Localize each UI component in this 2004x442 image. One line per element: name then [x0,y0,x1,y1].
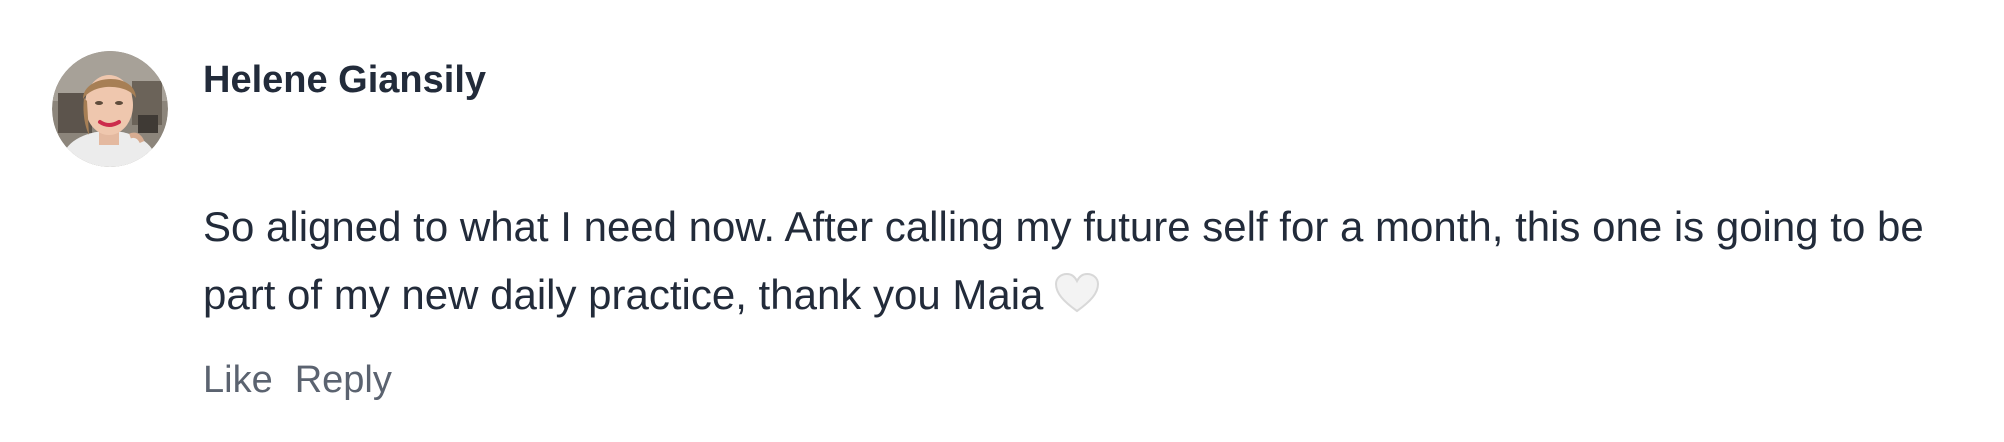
comment-body: So aligned to what I need now. After cal… [203,193,1983,329]
avatar[interactable] [52,51,168,167]
reply-button[interactable]: Reply [295,359,392,401]
comment-card: Helene Giansily So aligned to what I nee… [0,0,2004,442]
comment-actions: Like Reply [203,352,392,408]
white-heart-icon [1055,272,1100,313]
avatar-image [52,51,168,167]
like-button[interactable]: Like [203,359,273,401]
comment-author-name[interactable]: Helene Giansily [203,52,486,108]
